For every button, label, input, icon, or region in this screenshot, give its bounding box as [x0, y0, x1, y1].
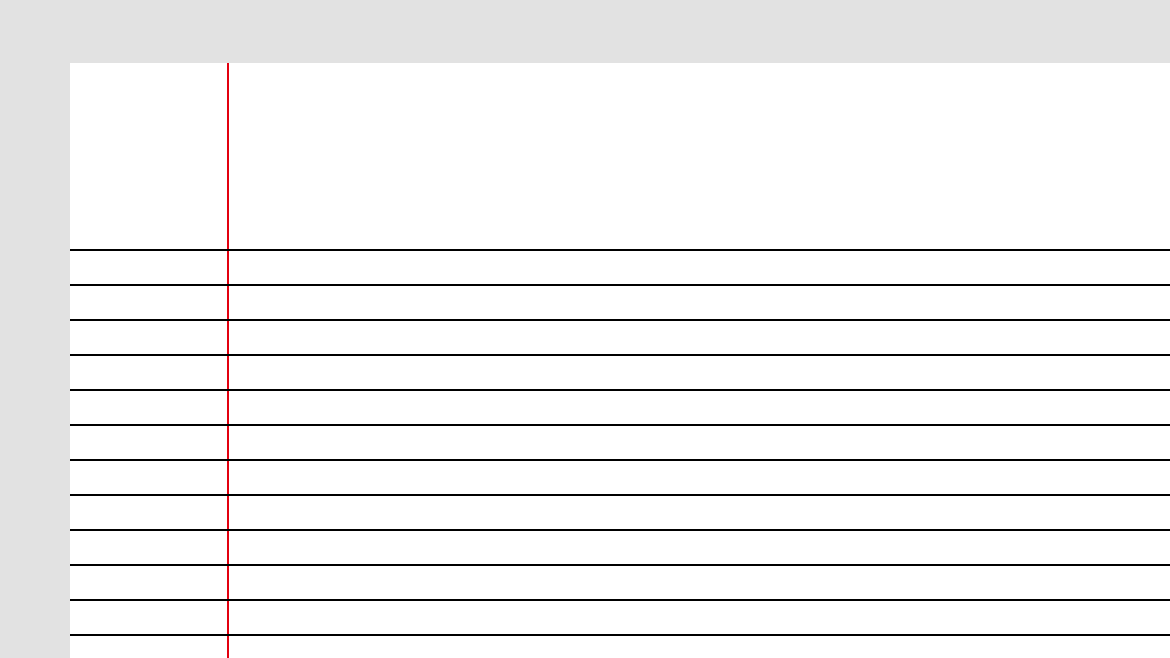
horizontal-rule — [70, 354, 1170, 356]
horizontal-rule — [70, 459, 1170, 461]
horizontal-rule — [70, 389, 1170, 391]
horizontal-rule — [70, 494, 1170, 496]
margin-line — [227, 63, 229, 658]
horizontal-rule — [70, 424, 1170, 426]
horizontal-rule — [70, 249, 1170, 251]
horizontal-rule — [70, 599, 1170, 601]
horizontal-rule — [70, 634, 1170, 636]
horizontal-rule — [70, 319, 1170, 321]
horizontal-rule — [70, 284, 1170, 286]
ruled-paper-sheet — [70, 63, 1170, 658]
horizontal-rule — [70, 529, 1170, 531]
document-background — [0, 0, 1170, 658]
horizontal-rule — [70, 564, 1170, 566]
